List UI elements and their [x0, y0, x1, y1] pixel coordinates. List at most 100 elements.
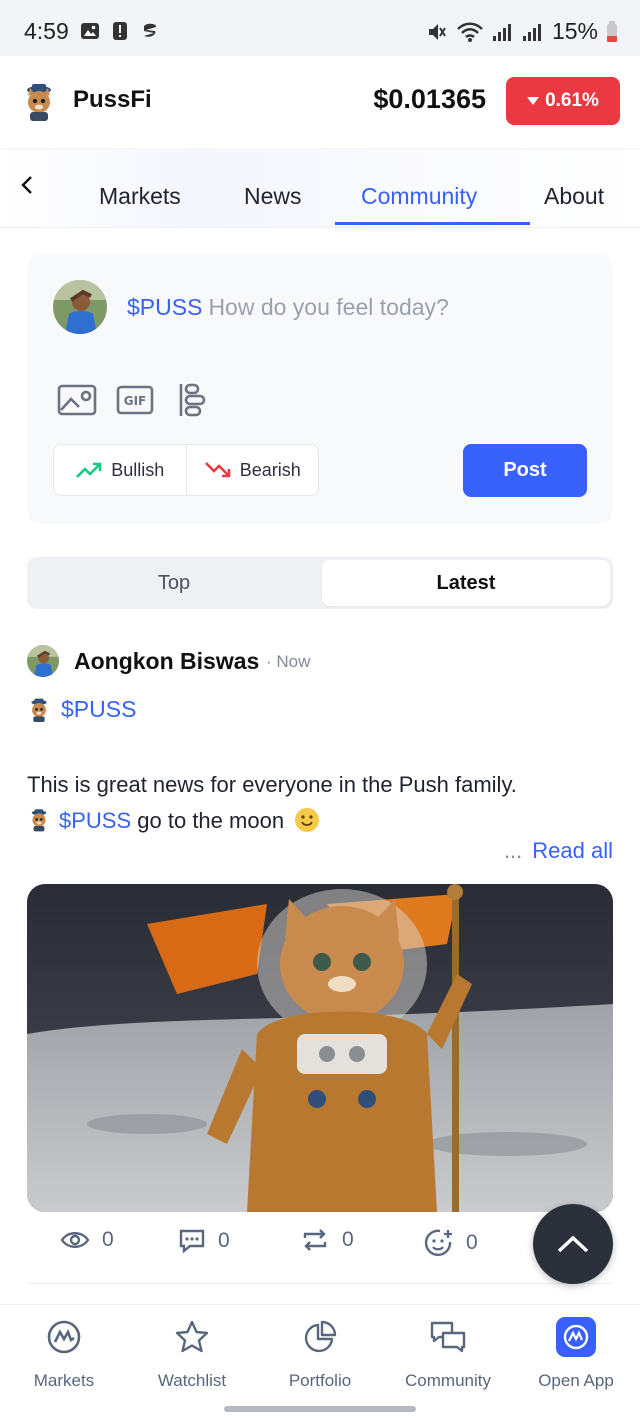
- post-body-coin-tag[interactable]: $PUSS: [59, 808, 131, 833]
- user-avatar-image: [53, 280, 107, 334]
- nav-portfolio[interactable]: Portfolio: [256, 1317, 384, 1391]
- post-body: This is great news for everyone in the P…: [27, 767, 617, 839]
- battery-percentage: 15%: [551, 18, 598, 44]
- tab-community[interactable]: Community: [361, 183, 477, 210]
- app-notification-icon: [144, 23, 157, 37]
- comments-stat[interactable]: 0: [178, 1228, 230, 1254]
- nav-watchlist[interactable]: Watchlist: [128, 1317, 256, 1391]
- bullish-button[interactable]: Bullish: [54, 445, 186, 495]
- post-timestamp: · Now: [266, 652, 311, 671]
- add-image-button[interactable]: [57, 382, 97, 418]
- trend-up-icon: [76, 462, 102, 478]
- gif-icon: GIF: [116, 385, 154, 415]
- star-icon: [175, 1320, 209, 1353]
- tab-markets[interactable]: Markets: [99, 183, 181, 210]
- tab-about[interactable]: About: [544, 183, 604, 210]
- cmc-logo-icon: [47, 1320, 81, 1354]
- reposts-count: 0: [342, 1228, 354, 1251]
- nav-open-app[interactable]: Open App: [512, 1317, 640, 1391]
- add-gif-button[interactable]: GIF: [115, 382, 155, 418]
- coin-price: $0.01365: [373, 84, 486, 114]
- add-reaction-icon: [424, 1229, 452, 1257]
- price-change-badge: 0.61%: [506, 77, 620, 125]
- signal-icon-2: [522, 23, 541, 41]
- nav-portfolio-label: Portfolio: [288, 1371, 352, 1390]
- post-stats: 0 0 0 0: [60, 1228, 580, 1264]
- active-tab-indicator: [335, 222, 530, 225]
- user-avatar: [53, 280, 107, 334]
- composer-placeholder: How do you feel today?: [208, 294, 449, 320]
- svg-text:GIF: GIF: [124, 394, 147, 408]
- mute-icon: [428, 23, 446, 40]
- post-composer[interactable]: $PUSS How do you feel today? GIF Bullish …: [27, 254, 613, 524]
- read-all-label: Read all: [532, 838, 613, 863]
- coin-name: PussFi: [73, 86, 152, 113]
- alert-notification-icon: [113, 22, 127, 40]
- tab-news[interactable]: News: [244, 183, 302, 210]
- battery-icon: [607, 20, 617, 42]
- composer-tools: GIF: [57, 382, 213, 418]
- post-divider: [27, 1283, 613, 1284]
- chevron-up-icon: [557, 1235, 589, 1253]
- caret-down-icon: [527, 97, 540, 105]
- smiley-emoji-icon: [295, 808, 320, 832]
- price-change-value: 0.61%: [545, 90, 599, 111]
- coin-header: PussFi $0.01365 0.61%: [0, 56, 640, 148]
- poll-icon: [179, 383, 206, 417]
- cmc-app-icon: [556, 1317, 596, 1357]
- image-icon: [57, 384, 97, 416]
- views-stat[interactable]: 0: [60, 1228, 114, 1252]
- post-body-line-2: $PUSS go to the moon: [27, 803, 617, 839]
- bottom-navigation: Markets Watchlist Portfolio Community Op…: [0, 1304, 640, 1422]
- eye-icon: [60, 1232, 90, 1248]
- post-button[interactable]: Post: [463, 444, 587, 497]
- read-all-ellipsis: ...: [503, 838, 523, 863]
- home-indicator: [224, 1406, 416, 1412]
- status-system-icons: 15%: [426, 18, 618, 45]
- read-all-link[interactable]: ... Read all: [504, 838, 613, 864]
- back-button[interactable]: [14, 170, 40, 200]
- sort-top-option[interactable]: Top: [30, 560, 318, 606]
- post-author-avatar-image: [27, 645, 59, 677]
- post-image[interactable]: [27, 884, 613, 1212]
- status-notification-icons: [80, 21, 160, 41]
- bearish-button[interactable]: Bearish: [185, 445, 319, 495]
- nav-community[interactable]: Community: [384, 1317, 512, 1391]
- repost-icon: [303, 1229, 327, 1251]
- status-time: 4:59: [24, 18, 69, 44]
- comments-count: 0: [218, 1229, 230, 1252]
- bearish-label: Bearish: [239, 459, 301, 480]
- feed-sort-toggle: Top Latest: [27, 557, 613, 609]
- post-body-line-2-text: go to the moon: [137, 808, 285, 833]
- bullish-label: Bullish: [111, 459, 165, 480]
- composer-input[interactable]: $PUSS How do you feel today?: [127, 294, 449, 321]
- post-author-avatar[interactable]: [27, 645, 59, 677]
- status-bar: 4:59 15%: [0, 0, 640, 56]
- views-count: 0: [102, 1228, 114, 1251]
- pussfi-cat-icon: [31, 698, 47, 722]
- chevron-left-icon: [21, 176, 32, 194]
- nav-watchlist-label: Watchlist: [157, 1371, 227, 1390]
- sentiment-selector: Bullish Bearish: [53, 444, 319, 496]
- reposts-stat[interactable]: 0: [300, 1228, 354, 1252]
- scroll-to-top-button[interactable]: [533, 1204, 613, 1284]
- trend-down-icon: [204, 462, 231, 478]
- coin-tabs: Markets News Community About: [0, 150, 640, 228]
- sort-latest-option[interactable]: Latest: [322, 560, 610, 606]
- nav-markets[interactable]: Markets: [0, 1317, 128, 1391]
- post-coin-tag-text: $PUSS: [61, 696, 137, 722]
- pussfi-cat-logo-icon: [27, 84, 51, 121]
- gallery-notification-icon: [81, 23, 99, 39]
- reactions-count: 0: [466, 1231, 478, 1254]
- add-poll-button[interactable]: [173, 382, 213, 418]
- comment-icon: [179, 1229, 205, 1254]
- pie-chart-icon: [304, 1320, 337, 1353]
- nav-community-label: Community: [405, 1371, 491, 1390]
- composer-coin-tag: $PUSS: [127, 294, 203, 320]
- post-author-name[interactable]: Aongkon Biswas: [74, 648, 259, 675]
- signal-icon: [492, 23, 511, 41]
- wifi-icon: [457, 22, 483, 42]
- nav-markets-label: Markets: [33, 1371, 95, 1390]
- reactions-stat[interactable]: 0: [424, 1228, 478, 1258]
- post-coin-tag[interactable]: $PUSS: [27, 696, 136, 723]
